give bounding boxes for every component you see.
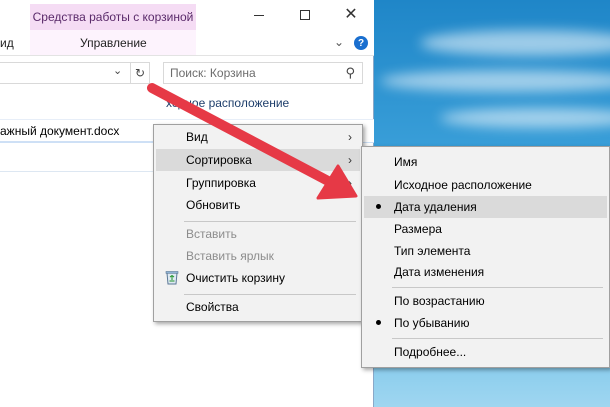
- sort-by-date-modified[interactable]: Дата изменения: [364, 261, 607, 283]
- menu-item-label: Тип элемента: [394, 244, 471, 258]
- menu-item-group[interactable]: Группировка ›: [156, 172, 360, 194]
- chevron-down-icon[interactable]: ⌄: [113, 64, 122, 77]
- menu-item-label: Группировка: [186, 176, 256, 190]
- desktop-cloud: [380, 70, 610, 92]
- menu-item-label: Размера: [394, 222, 442, 236]
- chevron-right-icon: ›: [348, 176, 352, 190]
- menu-item-label: Дата изменения: [394, 265, 485, 279]
- sort-by-item-type[interactable]: Тип элемента: [364, 240, 607, 262]
- minimize-icon: [254, 14, 264, 16]
- file-name: ажный документ.docx: [0, 123, 120, 138]
- menu-item-paste-shortcut[interactable]: Вставить ярлык: [156, 245, 360, 267]
- sort-submenu: Имя Исходное расположение Дата удаления …: [361, 146, 610, 368]
- desktop-cloud: [440, 108, 610, 128]
- maximize-button[interactable]: [282, 0, 328, 30]
- recycle-bin-tools-header: Средства работы с корзиной: [30, 4, 196, 30]
- menu-item-paste[interactable]: Вставить: [156, 223, 360, 245]
- menu-item-label: Очистить корзину: [186, 271, 285, 285]
- address-bar: ⌄ ↻ Поиск: Корзина ⚲: [0, 60, 374, 86]
- sort-ascending[interactable]: По возрастанию: [364, 290, 607, 312]
- menu-item-label: Вставить ярлык: [186, 249, 274, 263]
- close-button[interactable]: ✕: [328, 0, 374, 30]
- chevron-right-icon: ›: [348, 153, 352, 167]
- menu-item-label: По возрастанию: [394, 294, 485, 308]
- menu-separator: [392, 338, 603, 339]
- search-icon[interactable]: ⚲: [345, 65, 355, 81]
- tab-manage[interactable]: Управление: [80, 36, 147, 50]
- menu-separator: [184, 294, 356, 295]
- desktop-cloud: [420, 30, 610, 56]
- title-bar: Средства работы с корзиной ✕: [0, 0, 374, 30]
- table-row[interactable]: ажный документ.docx: [0, 120, 160, 142]
- menu-item-label: По убыванию: [394, 316, 470, 330]
- menu-item-properties[interactable]: Свойства: [156, 296, 360, 318]
- context-menu: Вид › Сортировка › Группировка › Обновит…: [153, 124, 363, 322]
- menu-item-label: Подробнее...: [394, 345, 467, 359]
- sort-by-date-deleted[interactable]: Дата удаления: [364, 196, 607, 218]
- ribbon-tabs: ид Управление ⌄ ?: [0, 30, 374, 56]
- close-icon: ✕: [344, 6, 358, 23]
- tab-view[interactable]: ид: [0, 36, 14, 50]
- chevron-down-icon[interactable]: ⌄: [334, 35, 344, 49]
- address-input[interactable]: [0, 62, 150, 84]
- menu-item-label: Свойства: [186, 300, 239, 314]
- menu-item-empty-recycle-bin[interactable]: Очистить корзину: [156, 267, 360, 289]
- chevron-right-icon: ›: [348, 130, 352, 144]
- sort-by-name[interactable]: Имя: [364, 151, 607, 173]
- search-input[interactable]: Поиск: Корзина ⚲: [163, 62, 363, 84]
- menu-item-label: Обновить: [186, 198, 241, 212]
- help-icon[interactable]: ?: [354, 36, 368, 50]
- recycle-bin-icon: [165, 271, 179, 285]
- sort-more[interactable]: Подробнее...: [364, 341, 607, 363]
- maximize-icon: [300, 10, 310, 20]
- column-header-original-location[interactable]: ходное расположение: [166, 96, 289, 110]
- menu-item-label: Сортировка: [186, 153, 252, 167]
- refresh-icon: ↻: [134, 66, 146, 80]
- menu-separator: [184, 221, 356, 222]
- menu-item-sort[interactable]: Сортировка ›: [156, 149, 360, 171]
- menu-item-label: Дата удаления: [394, 200, 477, 214]
- minimize-button[interactable]: [236, 0, 282, 30]
- sort-by-original-location[interactable]: Исходное расположение: [364, 174, 607, 196]
- menu-separator: [392, 287, 603, 288]
- menu-item-label: Имя: [394, 155, 418, 169]
- radio-bullet-icon: [376, 204, 381, 209]
- sort-by-size[interactable]: Размера: [364, 218, 607, 240]
- menu-item-refresh[interactable]: Обновить: [156, 194, 360, 216]
- search-placeholder: Поиск: Корзина: [170, 66, 256, 80]
- menu-item-label: Исходное расположение: [394, 178, 532, 192]
- sort-descending[interactable]: По убыванию: [364, 312, 607, 334]
- radio-bullet-icon: [376, 320, 381, 325]
- menu-item-view[interactable]: Вид ›: [156, 126, 360, 148]
- menu-item-label: Вид: [186, 130, 208, 144]
- menu-item-label: Вставить: [186, 227, 237, 241]
- refresh-button[interactable]: ↻: [130, 62, 150, 84]
